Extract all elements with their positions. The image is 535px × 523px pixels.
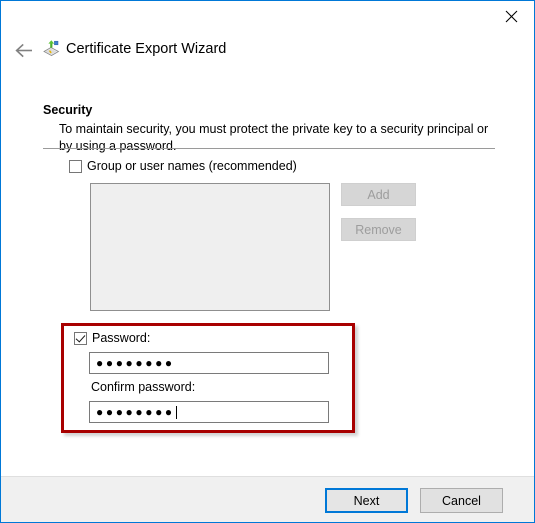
wizard-title: Certificate Export Wizard (66, 41, 227, 57)
confirm-password-input-value: ●●●●●●●● (96, 405, 175, 419)
text-caret (175, 405, 177, 419)
footer-bar: Next Cancel (1, 476, 534, 522)
section-divider (43, 148, 495, 149)
next-button[interactable]: Next (325, 488, 408, 513)
group-names-checkbox[interactable] (69, 159, 82, 173)
group-names-label: Group or user names (recommended) (87, 159, 297, 173)
title-bar (1, 1, 534, 31)
password-input-value: ●●●●●●●● (96, 356, 175, 370)
remove-button[interactable]: Remove (341, 218, 416, 241)
certificate-export-wizard-window: Certificate Export Wizard Security To ma… (0, 0, 535, 523)
confirm-password-label: Confirm password: (91, 380, 196, 394)
cancel-button[interactable]: Cancel (420, 488, 503, 513)
confirm-password-input[interactable]: ●●●●●●●● (89, 401, 329, 423)
back-arrow-icon[interactable] (9, 35, 39, 65)
add-button[interactable]: Add (341, 183, 416, 206)
group-names-checkbox-row[interactable]: Group or user names (recommended) (69, 159, 297, 173)
password-label: Password: (92, 331, 151, 345)
close-icon[interactable] (488, 1, 534, 31)
page-title: Security (43, 103, 93, 117)
password-checkbox[interactable] (74, 331, 87, 345)
password-checkbox-row[interactable]: Password: (74, 331, 150, 345)
certificate-export-icon (41, 39, 61, 59)
page-description: To maintain security, you must protect t… (59, 122, 489, 153)
password-input[interactable]: ●●●●●●●● (89, 352, 329, 374)
group-names-listbox[interactable] (90, 183, 330, 311)
wizard-header: Certificate Export Wizard (1, 31, 534, 71)
page-body: Security To maintain security, you must … (1, 71, 534, 477)
